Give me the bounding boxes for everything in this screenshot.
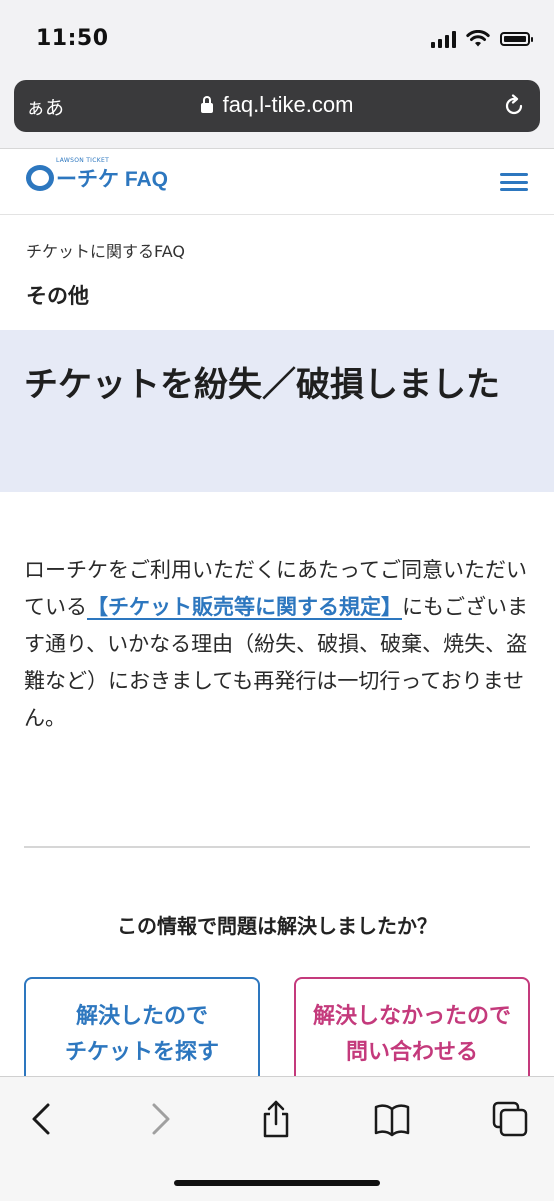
- share-icon[interactable]: [256, 1099, 296, 1139]
- logo-subtext: LAWSON TICKET: [56, 157, 110, 164]
- resolved-find-ticket-button[interactable]: 解決したので チケットを探す: [24, 977, 260, 1087]
- answer-text: ローチケをご利用いただくにあたってご同意いただいている【チケット販売等に関する規…: [24, 552, 530, 737]
- cellular-signal-icon: [431, 30, 456, 48]
- feedback-question: この情報で問題は解決しましたか？: [117, 914, 437, 938]
- logo-mark: [26, 165, 54, 191]
- unresolved-button-line-1: 解決しなかったので: [312, 1004, 511, 1029]
- divider: [24, 846, 530, 848]
- back-icon[interactable]: [22, 1099, 62, 1139]
- unresolved-contact-button[interactable]: 解決しなかったので 問い合わせる: [294, 977, 530, 1087]
- breadcrumb[interactable]: チケットに関するFAQ: [26, 238, 185, 262]
- browser-address-area: ぁあ faq.l-tike.com: [0, 80, 554, 149]
- home-indicator: [174, 1180, 380, 1186]
- reload-icon[interactable]: [502, 94, 526, 118]
- site-logo[interactable]: LAWSON TICKET ーチケ FAQ: [26, 157, 169, 193]
- forward-icon[interactable]: [140, 1099, 180, 1139]
- page-title: チケットを紛失／破損しました: [24, 365, 500, 405]
- lock-icon: [200, 96, 213, 113]
- battery-icon: [500, 32, 533, 46]
- bookmarks-icon[interactable]: [372, 1099, 412, 1139]
- url-text: faq.l-tike.com: [222, 92, 354, 117]
- status-bar: 11:50: [0, 0, 554, 80]
- title-band: チケットを紛失／破損しました: [0, 330, 554, 492]
- wifi-icon: [466, 30, 490, 47]
- url-display[interactable]: faq.l-tike.com: [14, 92, 540, 118]
- unresolved-button-line-2: 問い合わせる: [345, 1040, 478, 1065]
- terms-link[interactable]: 【チケット販売等に関する規定】: [87, 595, 402, 619]
- status-time: 11:50: [36, 26, 109, 51]
- logo-text: ーチケ FAQ: [56, 168, 169, 191]
- status-icons: [431, 30, 533, 48]
- resolved-button-line-2: チケットを探す: [64, 1040, 219, 1065]
- site-header: LAWSON TICKET ーチケ FAQ: [0, 149, 554, 215]
- category-heading: その他: [26, 284, 89, 308]
- address-bar[interactable]: ぁあ faq.l-tike.com: [14, 80, 540, 132]
- resolved-button-line-1: 解決したので: [75, 1004, 208, 1029]
- menu-icon[interactable]: [500, 173, 528, 191]
- tabs-icon[interactable]: [490, 1099, 530, 1139]
